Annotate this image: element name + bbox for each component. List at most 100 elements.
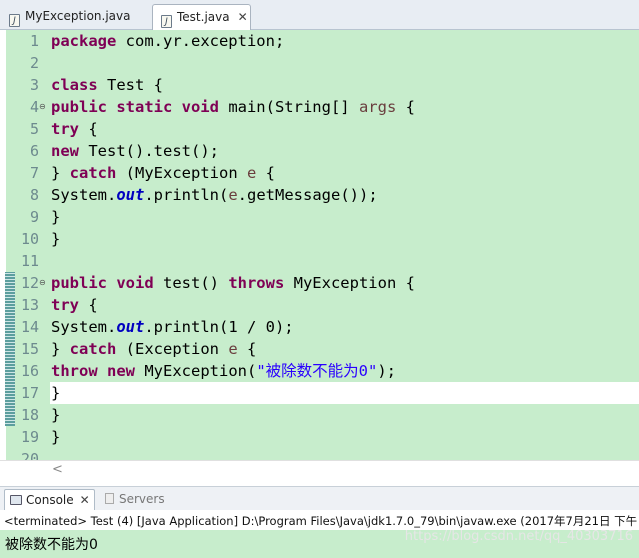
servers-icon: [105, 493, 114, 504]
fold-toggle-icon[interactable]: ⊖: [39, 103, 46, 111]
line-number: 12: [20, 274, 39, 292]
line-number: 16: [20, 362, 39, 380]
code-token: Test().test();: [79, 142, 219, 160]
code-line: System.out.println(1 / 0);: [51, 316, 294, 338]
code-line: System.out.println(e.getMessage());: [51, 184, 378, 206]
code-line: }: [51, 382, 60, 404]
code-token: "被除数不能为0": [256, 362, 378, 380]
code-token: );: [377, 362, 396, 380]
code-token: System.: [51, 186, 117, 204]
java-file-icon: J: [161, 15, 172, 28]
code-token: e: [228, 340, 238, 358]
console-tab-bar: Console ✕ Servers: [0, 486, 639, 511]
line-number: 1: [29, 32, 39, 50]
console-output-text: 被除数不能为0: [5, 537, 98, 553]
code-token: MyException(: [135, 362, 257, 380]
code-token: catch: [69, 164, 117, 182]
line-number: 10: [20, 230, 39, 248]
code-token: main(String[]: [218, 98, 359, 116]
code-token: Test {: [97, 76, 163, 94]
watermark: https://blog.csdn.net/qq_40303716: [404, 529, 633, 544]
code-token: {: [256, 164, 276, 182]
code-token: }: [51, 428, 61, 446]
line-number: 11: [20, 252, 39, 270]
code-token: {: [79, 120, 98, 138]
line-number: 13: [20, 296, 39, 314]
code-token: .getMessage());: [237, 186, 378, 204]
line-number: 15: [20, 340, 39, 358]
console-icon: [10, 495, 22, 505]
code-token: }: [51, 340, 70, 358]
code-line: }: [51, 426, 60, 448]
code-token: catch: [69, 340, 117, 358]
code-line: try {: [51, 294, 98, 316]
line-number: 20: [20, 450, 39, 460]
code-line: package com.yr.exception;: [51, 30, 284, 52]
code-token: {: [396, 98, 415, 116]
code-token: }: [51, 164, 70, 182]
code-token: }: [51, 208, 61, 226]
code-token: public void: [51, 274, 154, 292]
code-token: com.yr.exception;: [116, 32, 285, 50]
horizontal-scrollbar[interactable]: <: [0, 460, 639, 480]
tab-label: MyException.java: [25, 9, 131, 23]
code-token: e: [228, 186, 238, 204]
code-token: package: [51, 32, 117, 50]
code-token: (Exception: [116, 340, 229, 358]
close-tab-icon[interactable]: ✕: [238, 5, 248, 29]
code-token: test(): [153, 274, 229, 292]
fold-toggle-icon[interactable]: ⊖: [39, 279, 46, 287]
code-token: throw new: [51, 362, 135, 380]
tab-console[interactable]: Console ✕: [4, 489, 95, 511]
close-tab-icon[interactable]: ✕: [80, 493, 90, 507]
code-token: .println(: [144, 186, 229, 204]
code-token: out: [116, 318, 145, 336]
line-number: 4: [29, 98, 39, 116]
scroll-left-icon[interactable]: <: [52, 462, 63, 477]
code-token: args: [358, 98, 397, 116]
current-line-highlight: [50, 382, 639, 404]
code-token: {: [237, 340, 257, 358]
code-line: } catch (Exception e {: [51, 338, 256, 360]
line-number: 6: [29, 142, 39, 160]
code-line: }: [51, 206, 60, 228]
code-line: try {: [51, 118, 98, 140]
tab-label: Console: [26, 493, 74, 507]
line-number: 9: [29, 208, 39, 226]
code-token: }: [51, 230, 61, 248]
code-token: }: [51, 384, 61, 402]
code-editor[interactable]: 1 package com.yr.exception; 2 3 class Test {…: [0, 30, 639, 460]
line-number: 18: [20, 406, 39, 424]
line-number: 19: [20, 428, 39, 446]
code-token: class: [51, 76, 98, 94]
code-token: .println(1 / 0);: [144, 318, 294, 336]
code-token: {: [79, 296, 98, 314]
code-token: new: [51, 142, 79, 160]
tab-label: Test.java: [177, 10, 230, 24]
code-line: throw new MyException("被除数不能为0");: [51, 360, 396, 382]
line-number: 7: [29, 164, 39, 182]
console-status-line: <terminated> Test (4) [Java Application]…: [4, 514, 638, 528]
code-token: throws: [228, 274, 285, 292]
tab-test-java[interactable]: J Test.java ✕: [152, 4, 251, 30]
code-token: out: [116, 186, 145, 204]
code-line: new Test().test();: [51, 140, 219, 162]
code-token: try: [51, 296, 79, 314]
line-number: 3: [29, 76, 39, 94]
line-number: 14: [20, 318, 39, 336]
code-line: public static void main(String[] args {: [51, 96, 415, 118]
change-marker: [5, 272, 15, 426]
code-token: e: [247, 164, 257, 182]
code-line: }: [51, 404, 60, 426]
tab-servers[interactable]: Servers: [105, 489, 165, 510]
code-token: }: [51, 406, 61, 424]
code-token: System.: [51, 318, 117, 336]
line-number: 17: [20, 384, 39, 402]
code-token: MyException {: [284, 274, 415, 292]
tab-label: Servers: [119, 492, 165, 506]
tab-myexception-java[interactable]: J MyException.java: [3, 4, 150, 30]
editor-tab-bar: J MyException.java J Test.java ✕: [0, 0, 639, 30]
console-panel[interactable]: <terminated> Test (4) [Java Application]…: [0, 510, 639, 558]
line-number: 5: [29, 120, 39, 138]
java-file-icon: J: [9, 14, 20, 27]
